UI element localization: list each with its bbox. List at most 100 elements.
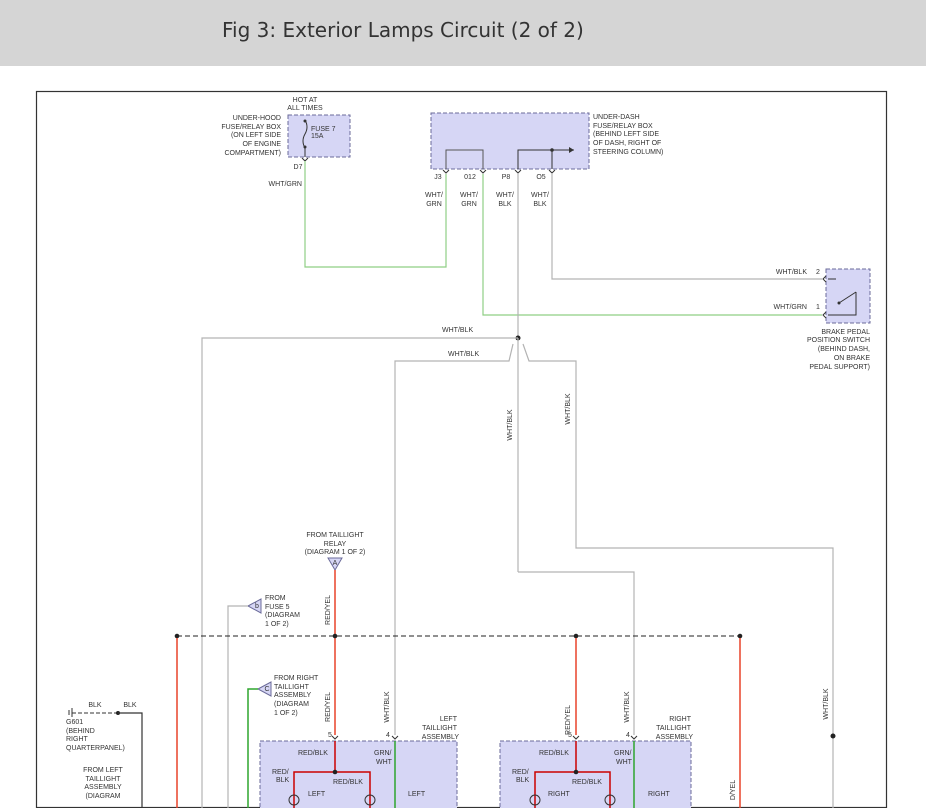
underhood-label-1: UNDER-HOOD	[233, 115, 281, 122]
brake-pedal-switch	[822, 268, 871, 324]
wire-green-right-taillight	[247, 688, 258, 808]
wiring-diagram: FUSE 7 15A HOT AT ALL TIMES UNDER-HOOD F…	[35, 90, 888, 808]
underhood-label-5: COMPARTMENT)	[224, 150, 281, 157]
relay-label-1: FROM TAILLIGHT	[306, 532, 364, 539]
brake-pin-2-label: 2	[816, 269, 820, 276]
from-left-label-4: (DIAGRAM	[86, 793, 121, 800]
wire-o12-label-1: WHT/	[460, 192, 478, 199]
connector-o5-icon	[548, 169, 556, 174]
right-wire-label-4: RED/BLK	[572, 779, 602, 786]
brake-label-1: BRAKE PEDAL	[821, 329, 870, 336]
left-wire-label-3b: BLK	[276, 777, 290, 784]
fuse5-label-1: FROM	[265, 595, 286, 602]
wire-wht-blk-label-4: WHT/BLK	[624, 691, 631, 722]
pin-o12-label: 012	[464, 174, 476, 181]
wire-o12-label-2: GRN	[461, 201, 477, 208]
wire-red-yel-label-3: RED/YEL	[565, 705, 572, 735]
wire-partial-label: D/YEL	[730, 780, 737, 800]
right-wire-label-1: RED/BLK	[539, 750, 569, 757]
left-wire-label-4: RED/BLK	[333, 779, 363, 786]
left-taillight-label-1: LEFT	[440, 716, 458, 723]
left-taillight-assembly	[259, 735, 458, 808]
relay-label-3: (DIAGRAM 1 OF 2)	[305, 549, 366, 556]
hot-at-label: HOT AT	[293, 97, 318, 104]
left-pin-5-label: 5	[328, 732, 332, 739]
wire-label-top: WHT/BLK	[442, 327, 473, 334]
left-wire-label-1: RED/BLK	[298, 750, 328, 757]
connector-a-label: A	[333, 560, 338, 567]
brake-label-2: POSITION SWITCH	[807, 337, 870, 344]
wire-red-yel-label-1: RED/YEL	[325, 595, 332, 625]
pin-j3-label: J3	[434, 174, 442, 181]
right-lamp-label-1: RIGHT	[548, 791, 571, 798]
fuse5-label-2: FUSE 5	[265, 604, 290, 611]
underhood-fuse-box: FUSE 7 15A	[287, 114, 351, 162]
wire-wht-blk-label-5: WHT/BLK	[823, 688, 830, 719]
underdash-label-3: (BEHIND LEFT SIDE	[593, 131, 659, 138]
connector-left-5-icon	[331, 735, 339, 740]
wire-wht-grn-d7-j3	[304, 161, 447, 268]
wire-j3-label-2: GRN	[426, 201, 442, 208]
fuse5-label-4: 1 OF 2)	[265, 621, 289, 628]
wire-label-vert-2: WHT/BLK	[565, 393, 572, 424]
underdash-fuse-box	[430, 112, 590, 174]
right-taillight-label-2: TAILLIGHT	[656, 725, 692, 732]
pin-p8-label: P8	[502, 174, 511, 181]
right-wire-label-2b: WHT	[616, 759, 633, 766]
connector-right-5-icon	[572, 735, 580, 740]
relay-label-2: RELAY	[324, 541, 347, 548]
left-pin-4-label: 4	[386, 732, 390, 739]
g601-label-1: G601	[66, 719, 83, 726]
left-taillight-label-3: ASSEMBLY	[422, 734, 460, 741]
wire-o5-label-1: WHT/	[531, 192, 549, 199]
connector-d7-icon	[301, 157, 309, 162]
wire-blk-ground	[118, 712, 143, 808]
rt-label-2: TAILLIGHT	[274, 684, 310, 691]
wire-o5-label-2: BLK	[533, 201, 547, 208]
g601-label-4: QUARTERPANEL)	[66, 745, 125, 752]
underdash-label-5: STEERING COLUMN)	[593, 149, 663, 156]
right-taillight-label-1: RIGHT	[669, 716, 692, 723]
right-wire-label-2a: GRN/	[614, 750, 632, 757]
right-taillight-label-3: ASSEMBLY	[656, 734, 694, 741]
connector-c-label: C	[264, 686, 269, 693]
pin-d7-label: D7	[294, 164, 303, 171]
left-lamp-label-2: LEFT	[408, 791, 426, 798]
right-pin-4-label: 4	[626, 732, 630, 739]
from-left-label-3: ASSEMBLY	[84, 784, 122, 791]
wire-d7-label: WHT/GRN	[269, 181, 302, 188]
wire-label-vert-1: WHT/BLK	[507, 409, 514, 440]
fuse5-label-3: (DIAGRAM	[265, 612, 300, 619]
wire-label-mid: WHT/BLK	[448, 351, 479, 358]
rt-label-3: ASSEMBLY	[274, 692, 312, 699]
fuse-7-amp-label: 15A	[311, 133, 324, 140]
left-taillight-label-2: TAILLIGHT	[422, 725, 458, 732]
underdash-label-1: UNDER-DASH	[593, 114, 640, 121]
connector-b-label: b	[255, 603, 259, 610]
brake-label-5: PEDAL SUPPORT)	[809, 364, 870, 371]
g601-label-3: RIGHT	[66, 736, 89, 743]
fuse-7-label: FUSE 7	[311, 126, 336, 133]
rt-label-1: FROM RIGHT	[274, 675, 319, 682]
right-wire-label-3a: RED/	[512, 769, 529, 776]
right-lamp-label-2: RIGHT	[648, 791, 671, 798]
connector-j3-icon	[442, 169, 450, 174]
wire-wht-blk-label-3: WHT/BLK	[384, 691, 391, 722]
ground-wire-label-2: BLK	[123, 702, 137, 709]
all-times-label: ALL TIMES	[287, 105, 323, 112]
connector-right-4-icon	[630, 735, 638, 740]
brake-wire-1-label: WHT/GRN	[774, 304, 807, 311]
left-wire-label-3a: RED/	[272, 769, 289, 776]
wire-wht-blk-o5-brake	[551, 174, 822, 280]
g601-label-2: (BEHIND	[66, 728, 95, 735]
left-wire-label-2b: WHT	[376, 759, 393, 766]
wire-wht-blk-left-tail	[394, 343, 514, 735]
underhood-label-2: FUSE/RELAY BOX	[221, 124, 281, 131]
left-wire-label-2a: GRN/	[374, 750, 392, 757]
wire-p8-label-1: WHT/	[496, 192, 514, 199]
brake-label-4: ON BRAKE	[834, 355, 871, 362]
rt-label-4: (DIAGRAM	[274, 701, 309, 708]
underdash-label-2: FUSE/RELAY BOX	[593, 123, 653, 130]
brake-wire-2-label: WHT/BLK	[776, 269, 807, 276]
underhood-label-4: OF ENGINE	[242, 141, 281, 148]
